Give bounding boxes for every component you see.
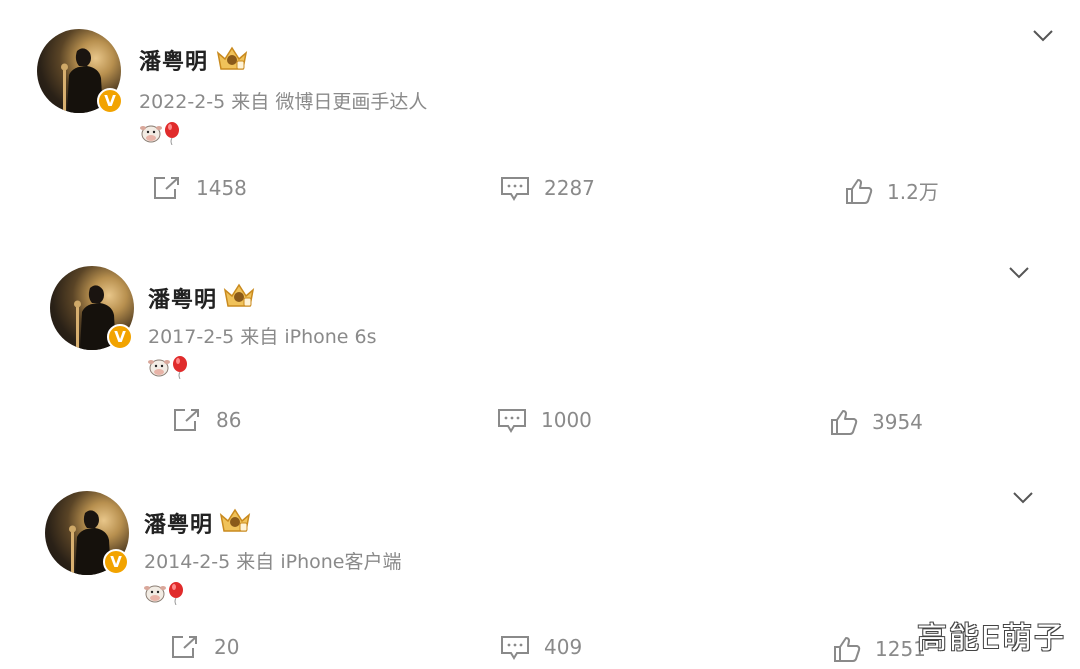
post-source: 来自 iPhone客户端: [236, 551, 402, 573]
red-balloon-icon: [173, 356, 187, 380]
repost-button[interactable]: 86: [172, 407, 241, 433]
author-name[interactable]: 潘粤明: [144, 507, 213, 539]
verified-badge: V: [103, 549, 129, 575]
repost-icon: [174, 409, 199, 431]
comment-button[interactable]: 1000: [497, 407, 592, 433]
post-meta: 2017-2-5 来自 iPhone 6s: [148, 322, 377, 349]
vip-crown-icon: [219, 508, 251, 532]
post-meta: 2014-2-5 来自 iPhone客户端: [144, 547, 401, 574]
watermark: 高能E萌子: [917, 621, 1066, 656]
post-content: [148, 355, 194, 380]
vip-crown-icon: [223, 283, 255, 307]
comment-count: 1000: [541, 408, 592, 432]
chevron-down-icon[interactable]: [1008, 266, 1030, 280]
thumbs-up-icon: [831, 410, 858, 435]
repost-count: 20: [214, 635, 240, 659]
like-count: 3954: [872, 410, 923, 434]
comment-button[interactable]: 409: [500, 634, 582, 660]
thumbs-up-icon: [834, 637, 861, 662]
like-button[interactable]: 3954: [830, 408, 923, 436]
repost-count: 86: [216, 408, 242, 432]
weibo-post: V 潘粤明 2014-2-5 来自 iPhone客户端 20 409 1251: [0, 0, 1080, 662]
comment-icon: [498, 409, 526, 433]
post-content: [144, 581, 190, 606]
repost-button[interactable]: 20: [170, 634, 239, 660]
post-date: 2014-2-5: [144, 551, 231, 573]
like-button[interactable]: 1251: [833, 635, 926, 663]
post-date: 2017-2-5: [148, 326, 235, 348]
cow-face-icon: [144, 585, 166, 603]
verified-badge: V: [107, 324, 133, 350]
author-name[interactable]: 潘粤明: [148, 282, 217, 314]
cow-face-icon: [148, 359, 170, 377]
red-balloon-icon: [169, 582, 183, 606]
post-source: 来自 iPhone 6s: [240, 326, 377, 348]
repost-icon: [172, 636, 197, 658]
chevron-down-icon[interactable]: [1012, 491, 1034, 505]
comment-icon: [501, 636, 529, 660]
comment-count: 409: [544, 635, 583, 659]
